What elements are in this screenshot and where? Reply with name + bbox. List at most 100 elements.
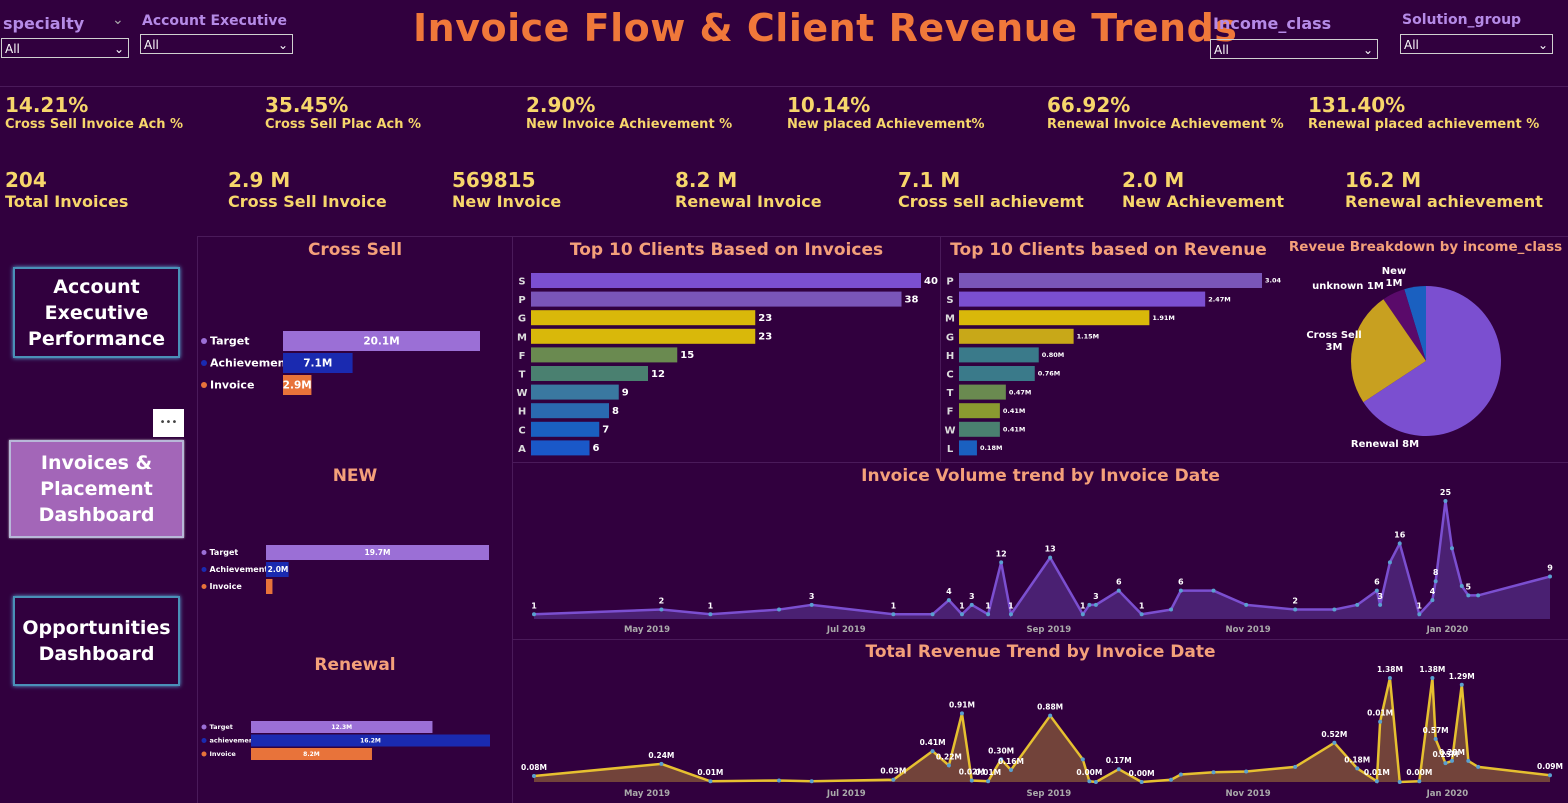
data-point bbox=[708, 612, 713, 617]
bar-category-label: Achievement bbox=[210, 565, 269, 574]
data-label: 1 bbox=[1008, 601, 1014, 610]
bar-category-label: Invoice bbox=[210, 750, 237, 758]
solution-group-dropdown[interactable]: All ⌄ bbox=[1400, 34, 1553, 54]
data-point bbox=[930, 749, 935, 754]
kpi-card: 2.90% New Invoice Achievement % bbox=[526, 93, 732, 132]
bar-category-label: Target bbox=[210, 723, 233, 731]
chevron-down-icon: ⌄ bbox=[277, 38, 288, 52]
new-chart: Target 19.7M Achievement 2.0M Invoice bbox=[201, 545, 489, 594]
specialty-dropdown[interactable]: All ⌄ bbox=[1, 38, 129, 58]
data-label: 5 bbox=[1466, 582, 1472, 591]
data-point bbox=[1211, 770, 1216, 775]
data-label: 4 bbox=[1430, 587, 1436, 596]
bar-value-label: 9 bbox=[622, 387, 629, 398]
data-label: 2 bbox=[659, 597, 665, 606]
cross-sell-chart-title: Cross Sell bbox=[307, 240, 403, 260]
specialty-chevron-icon[interactable]: ⌄ bbox=[112, 12, 124, 28]
x-tick-label: Nov 2019 bbox=[1226, 789, 1271, 799]
bar-value-label: 3.04M bbox=[1265, 277, 1281, 285]
data-point bbox=[1244, 602, 1249, 607]
account-executive-performance-button[interactable]: Account Executive Performance bbox=[13, 267, 180, 358]
bar bbox=[959, 291, 1206, 307]
data-label: 0.41M bbox=[920, 738, 946, 747]
specialty-dropdown-value: All bbox=[5, 42, 20, 56]
data-label: 3 bbox=[1093, 592, 1099, 601]
data-point bbox=[969, 602, 974, 607]
data-point bbox=[891, 612, 896, 617]
x-tick-label: Jan 2020 bbox=[1426, 625, 1469, 635]
x-tick-label: Jan 2020 bbox=[1426, 789, 1469, 799]
data-point bbox=[1430, 598, 1435, 603]
kpi-label: New Achievement bbox=[1122, 192, 1285, 211]
bar-category-label: Target bbox=[210, 548, 239, 557]
data-point bbox=[1466, 758, 1471, 763]
data-label: 0.17M bbox=[1106, 756, 1132, 765]
bar-category-label: W bbox=[944, 425, 955, 436]
top-invoices-chart: S 40 P 38 G 23 M 23 F 15 T 12 W 9 H 8 C 7 A 6 bbox=[516, 273, 938, 456]
renewal-chart: Target 12.3M achievement 16.2M Invoice 8.2M bbox=[201, 721, 490, 760]
data-label: 0.01M bbox=[1364, 768, 1390, 777]
data-point bbox=[1087, 779, 1092, 784]
kpi-card: 8.2 M Renewal Invoice bbox=[675, 168, 822, 211]
data-point bbox=[999, 560, 1004, 565]
kpi-value: 14.21% bbox=[5, 93, 89, 117]
bar bbox=[266, 579, 273, 594]
data-label: 2 bbox=[1292, 597, 1298, 606]
data-point bbox=[969, 778, 974, 783]
data-label: 3 bbox=[809, 592, 815, 601]
kpi-card: 7.1 M Cross sell achievemt bbox=[898, 168, 1084, 211]
bar bbox=[959, 347, 1039, 363]
x-tick-label: Jul 2019 bbox=[826, 789, 866, 799]
legend-dot bbox=[201, 724, 207, 730]
bar bbox=[531, 421, 600, 437]
bar bbox=[531, 310, 756, 326]
data-point bbox=[1080, 757, 1085, 762]
x-tick-label: Nov 2019 bbox=[1226, 625, 1271, 635]
data-point bbox=[946, 763, 951, 768]
bar-value-label: 1.15M bbox=[1077, 332, 1100, 340]
data-label: 0.57M bbox=[1423, 726, 1449, 735]
bar-category-label: T bbox=[519, 370, 526, 381]
kpi-value: 7.1 M bbox=[898, 168, 961, 192]
account-executive-dropdown[interactable]: All ⌄ bbox=[140, 34, 293, 54]
more-options-button[interactable]: ••• bbox=[153, 409, 184, 437]
kpi-value: 66.92% bbox=[1047, 93, 1131, 117]
data-label: 0.00M bbox=[1129, 769, 1155, 778]
bar-value-label: 1.91M bbox=[1152, 314, 1175, 322]
kpi-label: Renewal placed achievement % bbox=[1308, 117, 1540, 132]
bar bbox=[959, 384, 1006, 400]
account-executive-slicer-label: Account Executive bbox=[142, 13, 288, 29]
income-class-dropdown[interactable]: All ⌄ bbox=[1210, 39, 1378, 59]
data-label: 9 bbox=[1547, 564, 1553, 573]
page-title: Invoice Flow & Client Revenue Trends bbox=[413, 6, 1238, 50]
kpi-card: 35.45% Cross Sell Plac Ach % bbox=[265, 93, 421, 132]
data-label: 0.22M bbox=[936, 752, 962, 761]
x-tick-label: May 2019 bbox=[624, 789, 670, 799]
kpi-value: 8.2 M bbox=[675, 168, 738, 192]
data-point bbox=[1244, 769, 1249, 774]
data-point bbox=[1459, 583, 1464, 588]
bar-category-label: M bbox=[945, 314, 955, 325]
bar-category-label: Achievement bbox=[210, 357, 291, 370]
opportunities-dashboard-button[interactable]: Opportunities Dashboard bbox=[13, 596, 180, 686]
data-point bbox=[1355, 766, 1360, 771]
kpi-value: 569815 bbox=[452, 168, 536, 192]
data-point bbox=[1476, 764, 1481, 769]
bar-category-label: T bbox=[947, 388, 954, 399]
data-point bbox=[1008, 767, 1013, 772]
data-point bbox=[1449, 546, 1454, 551]
data-point bbox=[1443, 499, 1448, 503]
kpi-value: 131.40% bbox=[1308, 93, 1406, 117]
data-label: 0.91M bbox=[949, 700, 975, 709]
bar bbox=[531, 328, 756, 344]
bar-value-label: 40 bbox=[924, 276, 938, 287]
kpi-value: 2.0 M bbox=[1122, 168, 1185, 192]
bar-category-label: C bbox=[518, 425, 525, 436]
invoices-placement-dashboard-button[interactable]: Invoices & Placement Dashboard bbox=[9, 440, 184, 538]
data-point bbox=[1293, 607, 1298, 612]
bar-value-label: 0.80M bbox=[1042, 351, 1065, 359]
pie-slice-label: Renewal 8M bbox=[1351, 439, 1419, 450]
legend-dot bbox=[201, 738, 207, 743]
kpi-card: 16.2 M Renewal achievement bbox=[1345, 168, 1543, 211]
bar-value-label: 38 bbox=[905, 294, 919, 305]
